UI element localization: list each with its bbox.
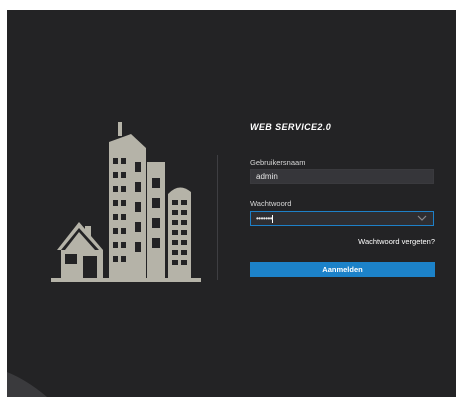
brand-title: WEB SERVICE2.0 [250,122,332,132]
divider [217,155,218,280]
chevron-down-icon[interactable] [417,214,427,222]
password-mask: ••••••• [256,214,273,223]
username-label: Gebruikersnaam [250,158,306,167]
login-page: WEB SERVICE2.0 Gebruikersnaam admin Wach… [7,10,456,397]
password-label: Wachtwoord [250,199,292,208]
password-input[interactable]: ••••••• [250,211,434,226]
city-buildings-house-icon [51,122,201,282]
forgot-password-link[interactable]: Wachtwoord vergeten? [358,237,435,246]
login-button[interactable]: Aanmelden [250,262,435,277]
text-caret [272,214,274,223]
username-input[interactable]: admin [250,169,434,184]
